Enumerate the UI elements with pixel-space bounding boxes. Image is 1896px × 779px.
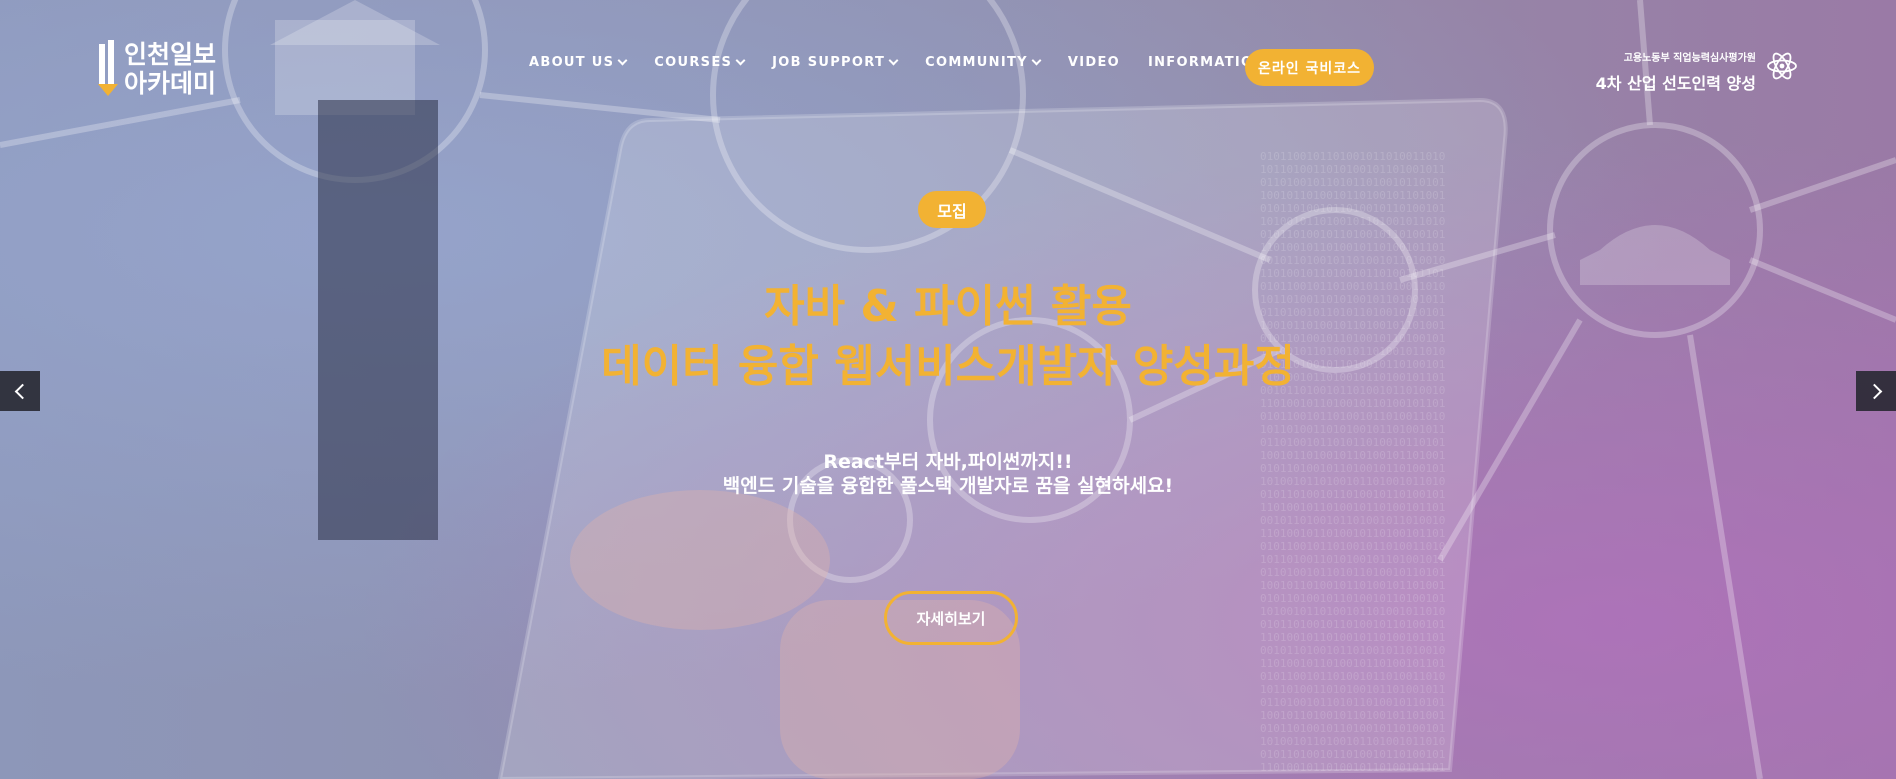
nav-video-label: VIDEO [1067,55,1120,70]
atom-icon [1767,52,1797,80]
site-logo[interactable]: 인천일보 아카데미 [96,40,216,98]
view-details-button[interactable]: 자세히보기 [884,591,1018,645]
nav-community-label: COMMUNITY [925,55,1028,70]
nav-community[interactable]: COMMUNITY [925,55,1042,70]
nav-about-us[interactable]: ABOUT US [529,55,628,70]
hero-title-line-2: 데이터 융합 웹서비스개발자 양성과정 [601,341,1295,392]
slider-next-button[interactable] [1856,371,1896,411]
hero-subtitle-line-1: React부터 자바,파이썬까지!! [823,451,1073,473]
hero-title-line-1: 자바 & 파이썬 활용 [764,281,1132,332]
chevron-down-icon [1031,55,1042,66]
hero-subtitle-line-2: 백엔드 기술을 융합한 풀스택 개발자로 꿈을 실현하세요! [722,475,1174,497]
chevron-left-icon [14,383,30,399]
nav-job-support[interactable]: JOB SUPPORT [772,55,899,70]
nav-about-us-label: ABOUT US [529,55,615,70]
certification-tag: 고용노동부 직업능력심사평가원 4차 산업 선도인력 양성 [1596,49,1756,94]
chevron-down-icon [735,55,746,66]
logo-text: 인천일보 아카데미 [124,40,216,98]
recruit-badge: 모집 [918,191,986,228]
main-nav: ABOUT US COURSES JOB SUPPORT COMMUNITY V… [529,55,1306,70]
certification-big-text: 4차 산업 선도인력 양성 [1595,74,1756,93]
nav-courses[interactable]: COURSES [654,55,746,70]
logo-line-1: 인천일보 [124,40,217,69]
online-course-button[interactable]: 온라인 국비코스 [1245,49,1374,86]
chevron-right-icon [1866,383,1882,399]
chevron-down-icon [617,55,628,66]
chevron-down-icon [888,55,899,66]
logo-mark-icon [96,40,122,96]
certification-small-text: 고용노동부 직업능력심사평가원 [1623,53,1756,64]
nav-job-support-label: JOB SUPPORT [772,55,886,70]
logo-line-2: 아카데미 [124,69,217,98]
nav-courses-label: COURSES [654,55,733,70]
nav-video[interactable]: VIDEO [1068,55,1120,70]
slider-prev-button[interactable] [0,371,40,411]
